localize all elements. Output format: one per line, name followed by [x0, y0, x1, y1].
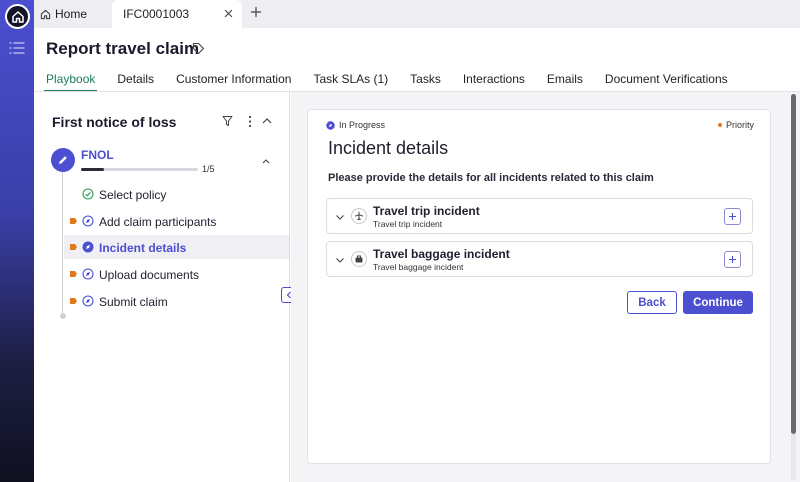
home-icon [11, 10, 24, 23]
step-label: Add claim participants [99, 215, 217, 229]
tab-customer-information[interactable]: Customer Information [176, 73, 291, 92]
playbook-panel: First notice of loss FNOL 1/5 Select pol… [34, 92, 290, 482]
plus-icon [729, 213, 736, 220]
tab-claim[interactable]: IFC0001003 [112, 0, 242, 28]
tab-home[interactable]: Home [40, 7, 87, 21]
priority-dot [717, 123, 722, 127]
step-label: Submit claim [99, 295, 168, 309]
incident-row-trip[interactable]: Travel trip incident Travel trip inciden… [326, 198, 753, 234]
stage-progress-fill [81, 168, 105, 171]
step-add-claim-participants[interactable]: Add claim participants [64, 209, 289, 233]
tab-details[interactable]: Details [117, 73, 154, 92]
add-incident-button[interactable] [724, 251, 741, 268]
card-instruction: Please provide the details for all incid… [328, 172, 654, 184]
back-button[interactable]: Back [627, 291, 677, 314]
stage-progress-text: 1/5 [202, 164, 215, 174]
incident-row-baggage[interactable]: Travel baggage incident Travel baggage i… [326, 241, 753, 277]
step-label: Upload documents [99, 268, 200, 282]
tag-icon[interactable] [192, 42, 205, 55]
timeline-end-dot [59, 313, 66, 319]
priority-badge: Priority [717, 120, 754, 130]
page-header: Report travel claim Playbook Details Cus… [34, 28, 800, 92]
chevron-up-icon[interactable] [261, 156, 271, 166]
status-badge: In Progress [326, 120, 385, 130]
step-upload-documents[interactable]: Upload documents [64, 262, 289, 286]
tab-home-label: Home [55, 7, 88, 21]
compass-icon [82, 241, 94, 253]
baggage-icon [355, 255, 363, 263]
check-circle-icon [82, 188, 94, 200]
filter-icon[interactable] [222, 115, 233, 127]
tab-strip: Home IFC0001003 [34, 0, 800, 28]
step-submit-claim[interactable]: Submit claim [64, 289, 289, 313]
tab-tasks[interactable]: Tasks [410, 73, 441, 92]
stage-pencil-badge [51, 148, 75, 172]
chevron-down-icon[interactable] [335, 212, 345, 222]
plane-icon [354, 211, 364, 221]
close-icon[interactable] [223, 8, 234, 19]
tab-playbook[interactable]: Playbook [44, 73, 98, 92]
incident-type-badge [351, 251, 367, 267]
compass-icon [82, 295, 94, 307]
tab-document-verifications[interactable]: Document Verifications [605, 73, 728, 92]
card-title: Incident details [328, 138, 449, 158]
tab-task-slas[interactable]: Task SLAs (1) [313, 73, 388, 92]
new-tab-plus-icon[interactable] [249, 5, 263, 19]
stage-progress-bar [81, 168, 198, 171]
compass-icon [82, 215, 94, 227]
home-icon [40, 9, 51, 19]
scrollbar-thumb[interactable] [791, 94, 796, 434]
incident-title: Travel baggage incident [373, 247, 510, 261]
menu-list-icon[interactable] [9, 41, 25, 55]
flag-icon [70, 244, 77, 250]
more-vertical-icon[interactable] [245, 115, 255, 128]
tab-emails[interactable]: Emails [547, 73, 583, 92]
incident-type-badge [351, 208, 367, 224]
incident-subtitle: Travel baggage incident [373, 262, 464, 272]
status-text: In Progress [339, 120, 386, 130]
compass-icon [82, 268, 94, 280]
tab-interactions[interactable]: Interactions [463, 73, 525, 92]
step-label: Select policy [99, 188, 167, 202]
playbook-title: First notice of loss [52, 114, 177, 130]
priority-text: Priority [725, 120, 754, 130]
step-incident-details[interactable]: Incident details [64, 235, 289, 259]
app-rail [0, 0, 34, 482]
tab-claim-label: IFC0001003 [123, 7, 190, 21]
step-label: Incident details [99, 241, 187, 255]
record-nav-tabs: Playbook Details Customer Information Ta… [44, 73, 750, 92]
page-title: Report travel claim [46, 39, 200, 58]
in-progress-icon [326, 120, 335, 130]
chevron-down-icon[interactable] [335, 255, 345, 265]
stage-name[interactable]: FNOL [81, 148, 114, 162]
add-incident-button[interactable] [724, 208, 741, 225]
main-content: In Progress Priority Incident details Pl… [291, 92, 800, 482]
plus-icon [729, 256, 736, 263]
step-select-policy[interactable]: Select policy [64, 182, 289, 206]
timeline-line [62, 172, 63, 315]
chevron-up-icon[interactable] [261, 115, 273, 127]
step-card: In Progress Priority Incident details Pl… [307, 109, 771, 464]
flag-icon [70, 271, 77, 277]
home-button[interactable] [5, 4, 30, 29]
flag-icon [70, 218, 77, 224]
flag-icon [70, 298, 77, 304]
continue-button[interactable]: Continue [683, 291, 753, 314]
pencil-icon [59, 156, 67, 164]
main-scrollbar[interactable] [791, 94, 796, 480]
incident-title: Travel trip incident [373, 204, 480, 218]
incident-subtitle: Travel trip incident [373, 219, 443, 229]
